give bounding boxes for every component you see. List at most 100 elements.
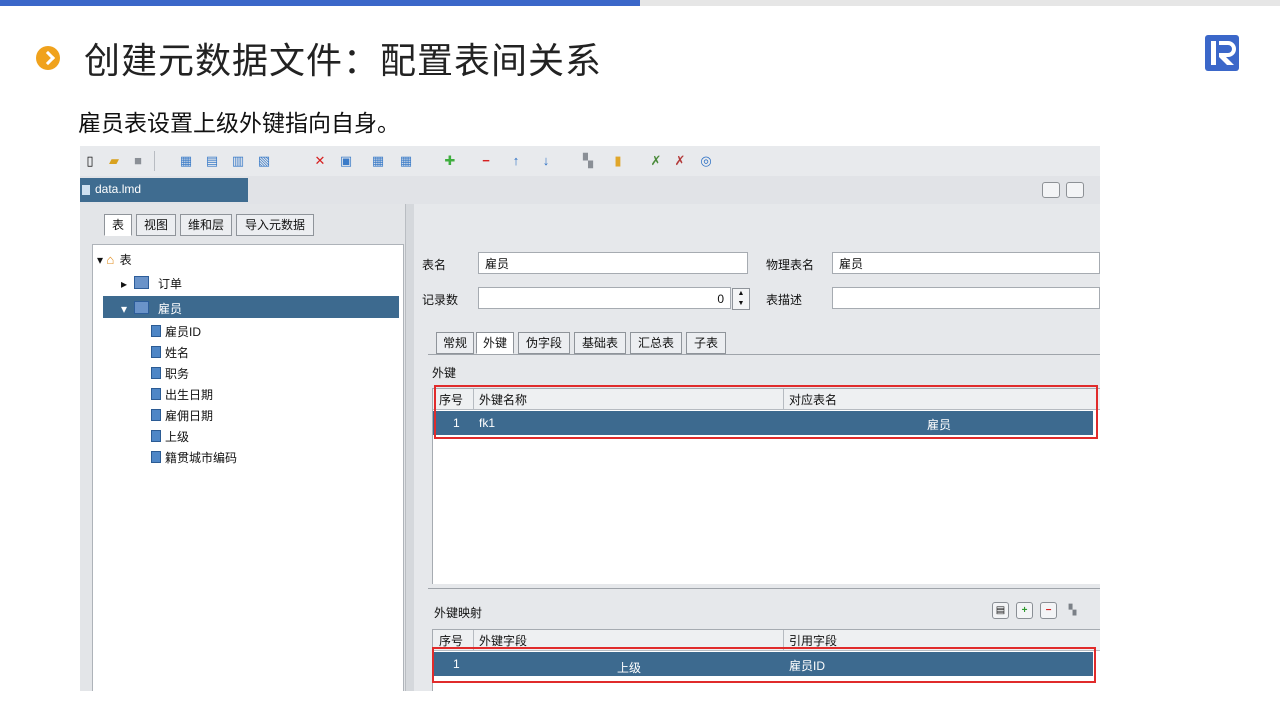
field-label: 上级 — [165, 430, 190, 444]
tool2-icon[interactable]: ✗ — [672, 153, 688, 169]
brand-logo-icon — [1205, 35, 1239, 71]
add-icon[interactable]: ✚ — [442, 153, 458, 169]
physical-name-label: 物理表名 — [766, 258, 815, 272]
panel-splitter[interactable] — [405, 204, 414, 691]
new-file-icon[interactable]: ▯ — [82, 153, 98, 169]
tree-item-order[interactable]: ▸ 订单 — [121, 275, 182, 292]
tree-item-label: 订单 — [158, 277, 183, 291]
add-table-icon[interactable]: ▦ — [178, 153, 194, 169]
tab-views[interactable]: 视图 — [136, 214, 176, 236]
arrow-down-icon[interactable]: ↓ — [538, 153, 554, 169]
minimize-button[interactable] — [1042, 182, 1060, 198]
add-sql-table-icon[interactable]: ▤ — [204, 153, 220, 169]
file-icon — [82, 185, 90, 195]
table-field-icon[interactable]: ▧ — [256, 153, 272, 169]
save-icon[interactable]: ■ — [130, 153, 146, 169]
file-tab-label: data.lmd — [95, 182, 142, 196]
tree-field[interactable]: 职务 — [151, 365, 189, 382]
field-label: 姓名 — [165, 346, 190, 360]
tree-field[interactable]: 出生日期 — [151, 386, 213, 403]
mapping-highlight-box — [432, 647, 1096, 683]
expand-arrow-icon[interactable]: ▾ — [97, 253, 103, 267]
tab-subtable[interactable]: 子表 — [686, 332, 726, 354]
table-tree: ▾ ⌂ 表 ▸ 订单 ▾ 雇员 雇员ID 姓名 职务 出生日期 雇佣日期 上级 … — [92, 244, 404, 691]
edit-table-icon[interactable]: ▥ — [230, 153, 246, 169]
tab-dimensions[interactable]: 维和层 — [180, 214, 232, 236]
fk-section-title: 外键 — [432, 366, 457, 380]
fk-highlight-box — [434, 385, 1098, 439]
top-accent-bar — [0, 0, 640, 6]
tool-icon[interactable]: ✗ — [648, 153, 664, 169]
mapping-section: 外键映射 ▤ + − ▚ 序号 外键字段 引用字段 1 上级 雇员ID — [428, 584, 1100, 691]
table-icon[interactable]: ▤ — [992, 602, 1009, 619]
tab-foreign-keys[interactable]: 外键 — [476, 332, 514, 354]
move-down-table-icon[interactable]: ▦ — [398, 153, 414, 169]
arrow-up-icon[interactable]: ↑ — [508, 153, 524, 169]
tree-root[interactable]: ▾ ⌂ 表 — [97, 251, 132, 268]
table-name-input[interactable]: 雇员 — [478, 252, 748, 274]
move-up-table-icon[interactable]: ▦ — [370, 153, 386, 169]
delete-icon[interactable]: ✕ — [312, 153, 328, 169]
tab-general[interactable]: 常规 — [436, 332, 474, 354]
file-tab-bar: data.lmd — [80, 176, 1100, 205]
toolbar-separator — [154, 151, 155, 171]
field-icon — [151, 430, 161, 442]
field-label: 职务 — [165, 367, 190, 381]
copy-table-icon[interactable]: ▣ — [338, 153, 354, 169]
field-icon — [151, 388, 161, 400]
table-properties-panel: 表名 雇员 物理表名 雇员 记录数 0 ▲ ▼ 表描述 常规 外键 伪字段 基础表… — [414, 204, 1100, 691]
remove-icon[interactable]: − — [478, 153, 494, 169]
add-mapping-icon[interactable]: + — [1016, 602, 1033, 619]
tab-base-table[interactable]: 基础表 — [574, 332, 626, 354]
tree-root-label: 表 — [119, 253, 132, 267]
tree-item-employee[interactable]: ▾ 雇员 — [121, 300, 182, 317]
table-name-label: 表名 — [422, 258, 447, 272]
tab-pseudo-fields[interactable]: 伪字段 — [518, 332, 570, 354]
field-label: 雇佣日期 — [165, 409, 214, 423]
remove-mapping-icon[interactable]: − — [1040, 602, 1057, 619]
top-gray-bar — [640, 0, 1280, 6]
collapse-arrow-icon[interactable]: ▸ — [121, 277, 127, 291]
tab-import-metadata[interactable]: 导入元数据 — [236, 214, 314, 236]
tab-underline — [428, 354, 1100, 355]
slide-title: 创建元数据文件：配置表间关系 — [84, 41, 603, 82]
field-icon — [151, 451, 161, 463]
field-icon — [151, 325, 161, 337]
database-icon[interactable]: ▮ — [610, 153, 626, 169]
record-count-label: 记录数 — [422, 293, 459, 307]
file-tab[interactable]: data.lmd — [80, 178, 248, 202]
tree-field[interactable]: 籍贯城市编码 — [151, 449, 237, 466]
paste-icon[interactable]: ▚ — [580, 153, 596, 169]
toolbar: ▯ ▰ ■ ▦ ▤ ▥ ▧ ✕ ▣ ▦ ▦ ✚ − ↑ ↓ ▚ ▮ ✗ ✗ ◎ — [80, 146, 1100, 177]
home-icon: ⌂ — [106, 252, 115, 267]
tree-field[interactable]: 姓名 — [151, 344, 189, 361]
tree-field[interactable]: 雇员ID — [151, 323, 201, 340]
restore-button[interactable] — [1066, 182, 1084, 198]
slide-subtitle: 雇员表设置上级外键指向自身。 — [78, 111, 400, 137]
field-icon — [151, 409, 161, 421]
tree-item-label: 雇员 — [158, 302, 183, 316]
section-divider — [428, 588, 1100, 589]
record-count-input[interactable]: 0 — [478, 287, 731, 309]
mapping-section-title: 外键映射 — [434, 606, 483, 620]
tree-field[interactable]: 上级 — [151, 428, 189, 445]
left-panel: 表 视图 维和层 导入元数据 ▾ ⌂ 表 ▸ 订单 ▾ 雇员 雇员ID 姓名 职… — [80, 204, 405, 691]
physical-name-input[interactable]: 雇员 — [832, 252, 1100, 274]
browser-icon[interactable]: ◎ — [698, 153, 714, 169]
expand-arrow-icon[interactable]: ▾ — [121, 302, 127, 316]
metadata-editor-window: ▯ ▰ ■ ▦ ▤ ▥ ▧ ✕ ▣ ▦ ▦ ✚ − ↑ ↓ ▚ ▮ ✗ ✗ ◎ … — [80, 146, 1100, 691]
field-icon — [151, 367, 161, 379]
open-folder-icon[interactable]: ▰ — [106, 153, 122, 169]
record-count-spinner[interactable]: ▲ ▼ — [732, 288, 750, 310]
tab-tables[interactable]: 表 — [104, 214, 132, 236]
tree-field[interactable]: 雇佣日期 — [151, 407, 213, 424]
field-label: 籍贯城市编码 — [165, 451, 238, 465]
description-label: 表描述 — [766, 293, 803, 307]
field-label: 雇员ID — [165, 325, 202, 339]
structure-icon[interactable]: ▚ — [1064, 602, 1081, 619]
tab-summary-table[interactable]: 汇总表 — [630, 332, 682, 354]
table-icon — [133, 301, 149, 314]
description-input[interactable] — [832, 287, 1100, 309]
table-icon — [133, 276, 149, 289]
bullet-chevron-icon — [36, 46, 60, 70]
